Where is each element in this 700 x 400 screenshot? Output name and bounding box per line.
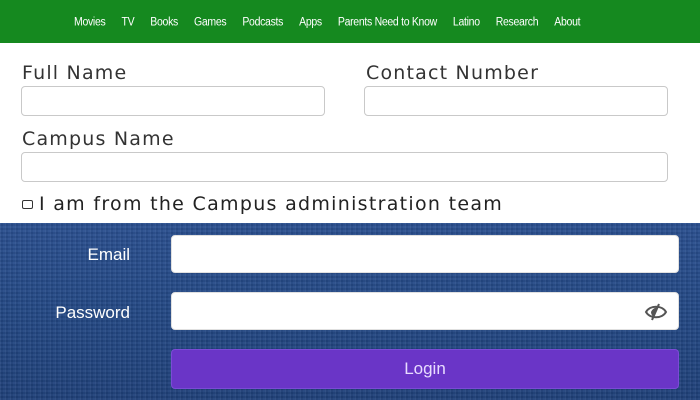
eye-slash-icon[interactable] [644, 301, 668, 323]
login-panel: Email Password Login [0, 223, 700, 400]
password-label: Password [55, 303, 130, 322]
nav-item-about[interactable]: About [554, 15, 580, 29]
email-input[interactable] [171, 235, 679, 273]
admin-checkbox-row[interactable]: I am from the Campus administration team [22, 193, 503, 215]
admin-checkbox[interactable] [22, 199, 33, 209]
campus-name-input[interactable] [21, 152, 668, 182]
nav-item-podcasts[interactable]: Podcasts [242, 15, 283, 29]
nav-item-movies[interactable]: Movies [74, 15, 106, 29]
login-button[interactable]: Login [171, 349, 679, 389]
campus-name-label: Campus Name [22, 128, 175, 150]
nav-item-latino[interactable]: Latino [453, 15, 480, 29]
nav-menu: Movies TV Books Games Podcasts Apps Pare… [74, 15, 596, 29]
admin-checkbox-label: I am from the Campus administration team [39, 193, 504, 215]
email-label: Email [87, 245, 130, 264]
nav-item-research[interactable]: Research [496, 15, 539, 29]
nav-item-books[interactable]: Books [150, 15, 178, 29]
registration-form: Full Name Contact Number Campus Name I a… [0, 43, 700, 223]
full-name-label: Full Name [22, 62, 128, 84]
full-name-input[interactable] [21, 86, 325, 116]
password-input[interactable] [171, 292, 679, 330]
contact-number-label: Contact Number [366, 62, 540, 84]
nav-item-apps[interactable]: Apps [299, 15, 322, 29]
top-navigation-bar: Movies TV Books Games Podcasts Apps Pare… [0, 0, 700, 43]
contact-number-input[interactable] [364, 86, 668, 116]
nav-item-parents-need-to-know[interactable]: Parents Need to Know [338, 15, 437, 29]
nav-item-games[interactable]: Games [194, 15, 227, 29]
nav-item-tv[interactable]: TV [121, 15, 134, 29]
